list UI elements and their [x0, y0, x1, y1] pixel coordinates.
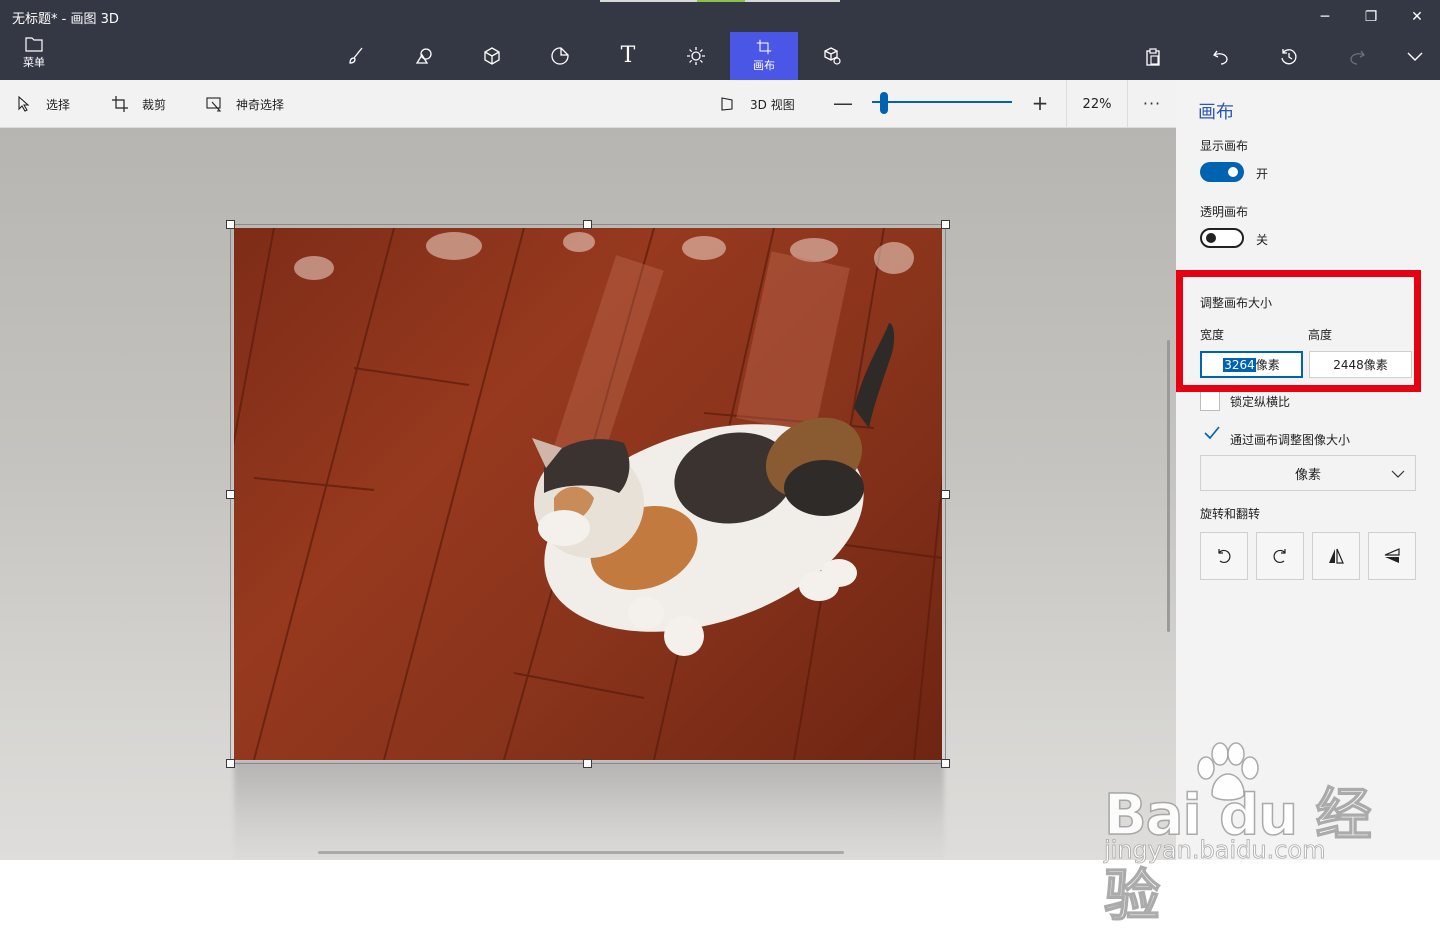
- transparent-canvas-label: 透明画布: [1200, 205, 1249, 219]
- tool-brushes[interactable]: [322, 32, 390, 80]
- sticker-icon: [551, 47, 569, 65]
- expand-chevron-icon: [1407, 52, 1423, 61]
- resize-handle-left[interactable]: [226, 490, 235, 499]
- canvas-subtoolbar: 选择 裁剪 神奇选择 3D 视图: [0, 80, 1176, 128]
- paint3d-app: 无标题* - 画图 3D ─ ❐ ✕ 菜单 T 画布 选择 裁剪 神奇选择 3D…: [0, 0, 1440, 860]
- more-options-button[interactable]: ···: [1136, 88, 1168, 118]
- 2d-shapes-icon: [415, 48, 432, 64]
- select-tool[interactable]: 选择: [16, 80, 70, 128]
- width-input[interactable]: 3264 像素: [1200, 351, 1303, 378]
- 3d-library-icon: [824, 47, 841, 65]
- unit-dropdown-value: 像素: [1294, 467, 1321, 483]
- magic-select-tool[interactable]: 神奇选择: [206, 80, 284, 128]
- redo-button[interactable]: [1340, 40, 1374, 74]
- view-3d-toggle[interactable]: 3D 视图: [720, 80, 795, 128]
- transparent-canvas-state: 关: [1256, 233, 1269, 247]
- show-canvas-label: 显示画布: [1200, 139, 1249, 153]
- lock-aspect-ratio-checkbox[interactable]: [1200, 391, 1220, 411]
- select-label: 选择: [46, 97, 71, 112]
- canvas-selection-frame: [230, 224, 946, 764]
- zoom-out-button[interactable]: —: [828, 88, 858, 118]
- tool-text[interactable]: T: [594, 32, 662, 80]
- menu-button[interactable]: 菜单: [12, 36, 56, 76]
- resize-handle-bottom-left[interactable]: [226, 759, 235, 768]
- title-toolbar: 无标题* - 画图 3D ─ ❐ ✕ 菜单 T 画布: [0, 0, 1440, 80]
- resize-handle-right[interactable]: [941, 490, 950, 499]
- history-button[interactable]: [1272, 40, 1306, 74]
- flip-vertical-button[interactable]: [1368, 532, 1416, 580]
- resize-handle-bottom-right[interactable]: [941, 759, 950, 768]
- magic-select-label: 神奇选择: [236, 97, 285, 112]
- panel-title: 画布: [1198, 102, 1234, 123]
- chevron-down-icon: [1391, 470, 1405, 478]
- tool-canvas[interactable]: 画布: [730, 32, 798, 80]
- title-accent-highlight: [697, 0, 745, 2]
- width-value-selected: 3264: [1223, 357, 1256, 372]
- magic-select-icon: [206, 97, 222, 112]
- crop-tool[interactable]: 裁剪: [112, 80, 166, 128]
- resize-handle-top-right[interactable]: [941, 220, 950, 229]
- baidu-jingyan-watermark: Bai du 经验 jingyan.baidu.com: [1100, 742, 1380, 930]
- sun-icon: [687, 47, 705, 65]
- brush-icon: [349, 47, 363, 64]
- history-icon: [1281, 49, 1297, 65]
- width-unit: 像素: [1255, 358, 1280, 372]
- flip-vertical-icon: [1384, 548, 1400, 563]
- zoom-slider-track[interactable]: [872, 101, 1012, 103]
- rotate-left-icon: [1218, 549, 1231, 564]
- resize-handle-top[interactable]: [583, 220, 592, 229]
- tool-stickers[interactable]: [526, 32, 594, 80]
- paste-button[interactable]: [1136, 40, 1170, 74]
- resize-image-with-canvas-label: 通过画布调整图像大小: [1230, 433, 1351, 447]
- tool-2d-shapes[interactable]: [390, 32, 458, 80]
- watermark-url: jingyan.baidu.com: [1104, 836, 1326, 865]
- unit-dropdown[interactable]: 像素: [1200, 455, 1416, 491]
- rotate-right-icon: [1273, 549, 1286, 564]
- tool-effects[interactable]: [662, 32, 730, 80]
- zoom-value[interactable]: 22%: [1066, 80, 1128, 128]
- tool-3d-shapes[interactable]: [458, 32, 526, 80]
- zoom-slider-thumb[interactable]: [880, 92, 888, 114]
- canvas-icon: [756, 39, 772, 55]
- undo-icon: [1213, 50, 1228, 65]
- text-icon: T: [620, 43, 636, 68]
- 3d-view-icon: [721, 97, 733, 111]
- tool-canvas-label: 画布: [753, 59, 775, 72]
- window-title: 无标题* - 画图 3D: [12, 12, 119, 27]
- flip-horizontal-icon: [1329, 548, 1344, 564]
- crop-icon: [112, 96, 128, 112]
- zoom-in-button[interactable]: +: [1025, 88, 1055, 118]
- cube-icon: [484, 47, 500, 65]
- tool-3d-library[interactable]: [798, 32, 866, 80]
- show-canvas-toggle[interactable]: [1200, 162, 1244, 182]
- transparent-canvas-toggle[interactable]: [1200, 228, 1244, 248]
- lock-aspect-ratio-label: 锁定纵横比: [1230, 395, 1291, 409]
- resize-handle-bottom[interactable]: [583, 759, 592, 768]
- restore-button[interactable]: ❐: [1348, 2, 1394, 32]
- vertical-scrollbar[interactable]: [1167, 340, 1170, 632]
- rotate-right-button[interactable]: [1256, 532, 1304, 580]
- checkmark-icon: [1204, 426, 1220, 440]
- redo-icon: [1350, 50, 1365, 65]
- crop-label: 裁剪: [142, 97, 167, 112]
- minimize-button[interactable]: ─: [1302, 2, 1348, 32]
- show-canvas-state: 开: [1256, 167, 1269, 181]
- rotate-flip-label: 旋转和翻转: [1200, 507, 1261, 521]
- resize-handle-top-left[interactable]: [226, 220, 235, 229]
- flip-horizontal-button[interactable]: [1312, 532, 1360, 580]
- menu-label: 菜单: [23, 56, 45, 69]
- pointer-icon: [18, 96, 30, 112]
- paste-icon: [1146, 48, 1160, 66]
- canvas-reflection: [234, 760, 944, 860]
- view-3d-label: 3D 视图: [750, 97, 795, 112]
- close-button[interactable]: ✕: [1394, 2, 1440, 32]
- height-input[interactable]: 2448像素: [1309, 351, 1412, 378]
- horizontal-scrollbar[interactable]: [318, 851, 844, 854]
- folder-icon: [25, 37, 43, 52]
- canvas-workspace[interactable]: [0, 128, 1176, 860]
- rotate-left-button[interactable]: [1200, 532, 1248, 580]
- expand-toolbar-button[interactable]: [1398, 40, 1432, 74]
- undo-button[interactable]: [1204, 40, 1238, 74]
